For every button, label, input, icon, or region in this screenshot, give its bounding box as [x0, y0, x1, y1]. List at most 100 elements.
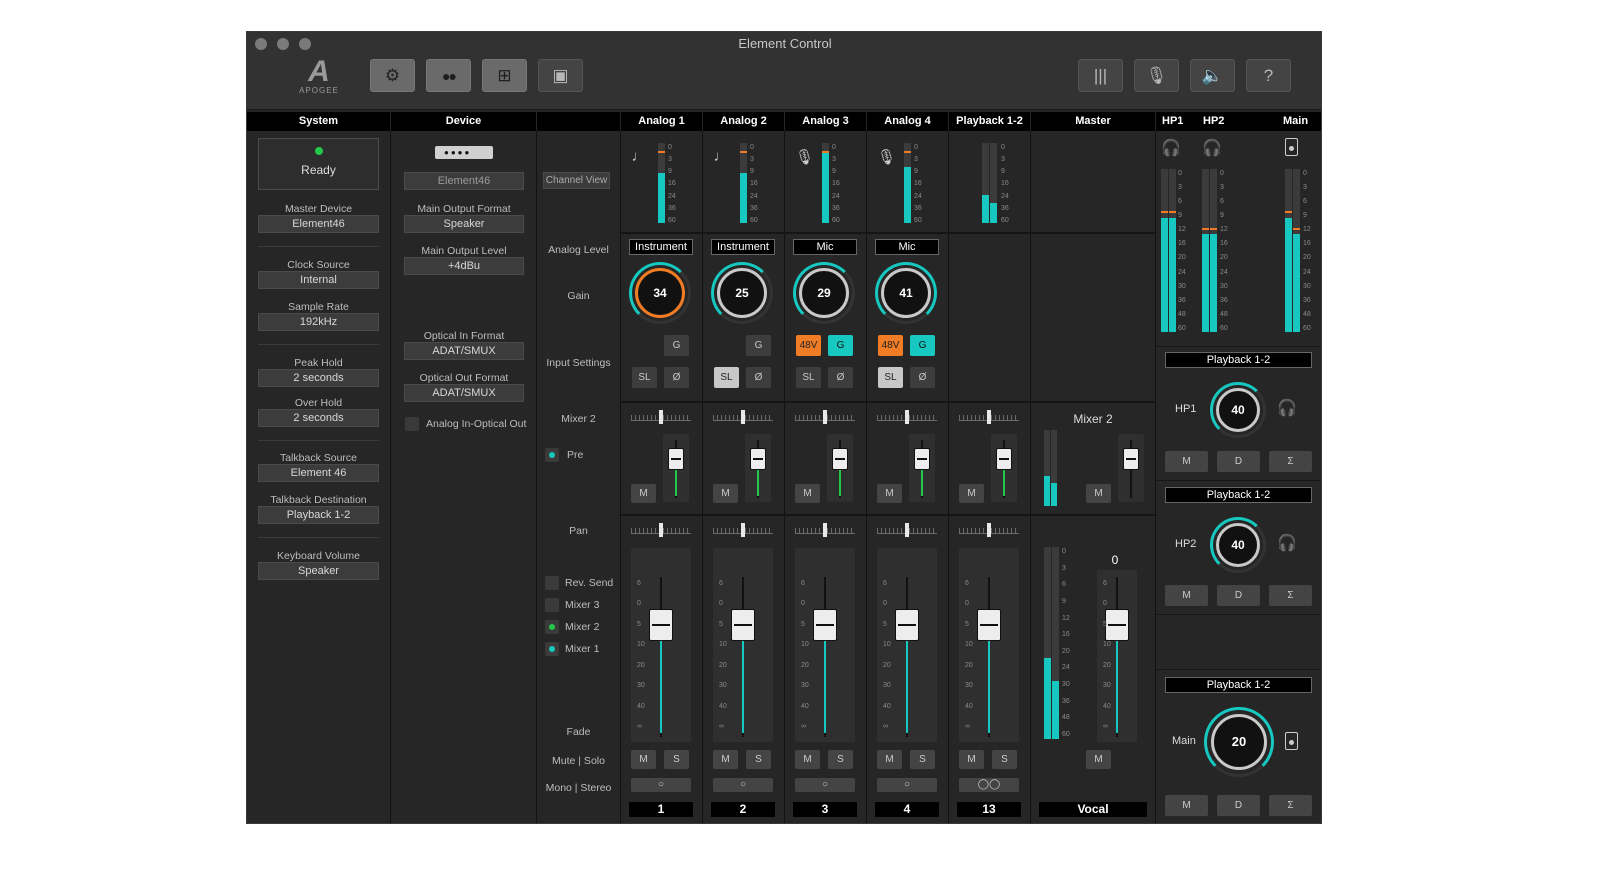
- analog2-gain-knob[interactable]: 25: [717, 268, 767, 318]
- master-device-field[interactable]: Element46: [258, 215, 379, 233]
- main-dim-button[interactable]: D: [1217, 795, 1260, 816]
- pre-toggle[interactable]: [545, 448, 559, 462]
- ch4-mixer-pan-knob[interactable]: [905, 410, 909, 424]
- main-sum-button[interactable]: Σ: [1269, 795, 1312, 816]
- analog4-softlimit-button[interactable]: SL: [878, 367, 903, 388]
- channel-view-button[interactable]: Channel View: [543, 172, 610, 189]
- analog3-softlimit-button[interactable]: SL: [796, 367, 821, 388]
- master-mixer-mute-button[interactable]: M: [1086, 484, 1111, 503]
- ch2-mono-stereo-button[interactable]: ○: [713, 778, 773, 792]
- peak-hold-field[interactable]: 2 seconds: [258, 369, 379, 387]
- ch5-fader-knob[interactable]: [977, 609, 1001, 641]
- ch1-solo-button[interactable]: S: [664, 750, 689, 769]
- ch2-mute-button[interactable]: M: [713, 750, 738, 769]
- talkback-destination-field[interactable]: Playback 1-2: [258, 506, 379, 524]
- ch2-mixer-mute-button[interactable]: M: [713, 484, 738, 503]
- ch3-pan-knob[interactable]: [823, 523, 827, 537]
- ch4-mixer-mute-button[interactable]: M: [877, 484, 902, 503]
- master-mute-button[interactable]: M: [1086, 750, 1111, 769]
- optical-out-format-field[interactable]: ADAT/SMUX: [404, 384, 524, 402]
- ch4-mute-button[interactable]: M: [877, 750, 902, 769]
- ch3-fader-knob[interactable]: [813, 609, 837, 641]
- mixer-view-button[interactable]: ⊞: [482, 59, 527, 92]
- ch5-mixer-fader-knob[interactable]: [996, 448, 1012, 470]
- sample-rate-field[interactable]: 192kHz: [258, 313, 379, 331]
- help-button[interactable]: ?: [1246, 59, 1291, 92]
- main-output-level-field[interactable]: +4dBu: [404, 257, 524, 275]
- ch3-mute-button[interactable]: M: [795, 750, 820, 769]
- ch2-mixer-pan-knob[interactable]: [741, 410, 745, 424]
- hp1-dim-button[interactable]: D: [1217, 451, 1260, 472]
- analog2-input-type[interactable]: Instrument: [711, 239, 775, 255]
- analog3-phase-button[interactable]: Ø: [828, 367, 853, 388]
- ch5-mono-stereo-button[interactable]: ◯◯: [959, 778, 1019, 792]
- device-view-button[interactable]: ●●: [426, 59, 471, 92]
- meters-button[interactable]: |||: [1078, 59, 1123, 92]
- hp1-source-field[interactable]: Playback 1-2: [1165, 352, 1312, 368]
- ch1-mono-stereo-button[interactable]: ○: [631, 778, 691, 792]
- ch3-mixer-mute-button[interactable]: M: [795, 484, 820, 503]
- analog4-phase-button[interactable]: Ø: [910, 367, 935, 388]
- ch4-solo-button[interactable]: S: [910, 750, 935, 769]
- analog4-48v-button[interactable]: 48V: [878, 335, 903, 356]
- settings-gear-button[interactable]: ⚙: [370, 59, 415, 92]
- hp2-volume-knob[interactable]: 40: [1216, 523, 1260, 567]
- hp2-dim-button[interactable]: D: [1217, 585, 1260, 606]
- ch4-mixer-fader-knob[interactable]: [914, 448, 930, 470]
- ch5-solo-button[interactable]: S: [992, 750, 1017, 769]
- speaker-button[interactable]: 🔈: [1190, 59, 1235, 92]
- main-mute-button[interactable]: M: [1165, 795, 1208, 816]
- analog4-group-button[interactable]: G: [910, 335, 935, 356]
- hp1-mute-button[interactable]: M: [1165, 451, 1208, 472]
- analog2-phase-button[interactable]: Ø: [746, 367, 771, 388]
- keyboard-volume-field[interactable]: Speaker: [258, 562, 379, 580]
- talkback-button[interactable]: 🎙: [1134, 59, 1179, 92]
- optical-in-format-field[interactable]: ADAT/SMUX: [404, 342, 524, 360]
- mixer1-toggle[interactable]: [545, 642, 559, 656]
- analog2-softlimit-button[interactable]: SL: [714, 367, 739, 388]
- analog1-group-button[interactable]: G: [664, 335, 689, 356]
- ch1-mixer-mute-button[interactable]: M: [631, 484, 656, 503]
- ch5-mute-button[interactable]: M: [959, 750, 984, 769]
- analog1-input-type[interactable]: Instrument: [629, 239, 693, 255]
- analog3-group-button[interactable]: G: [828, 335, 853, 356]
- clock-source-field[interactable]: Internal: [258, 271, 379, 289]
- analog1-phase-button[interactable]: Ø: [664, 367, 689, 388]
- analog2-group-button[interactable]: G: [746, 335, 771, 356]
- main-volume-knob[interactable]: 20: [1211, 714, 1267, 770]
- analog3-48v-button[interactable]: 48V: [796, 335, 821, 356]
- ch3-mono-stereo-button[interactable]: ○: [795, 778, 855, 792]
- ch5-mixer-pan-knob[interactable]: [987, 410, 991, 424]
- ch4-pan-knob[interactable]: [905, 523, 909, 537]
- analog3-gain-knob[interactable]: 29: [799, 268, 849, 318]
- hp2-sum-button[interactable]: Σ: [1269, 585, 1312, 606]
- rev-send-toggle[interactable]: [545, 576, 559, 590]
- analog1-gain-knob[interactable]: 34: [635, 268, 685, 318]
- hp2-mute-button[interactable]: M: [1165, 585, 1208, 606]
- analog1-softlimit-button[interactable]: SL: [632, 367, 657, 388]
- ch1-mixer-pan-knob[interactable]: [659, 410, 663, 424]
- mixer2-toggle[interactable]: [545, 620, 559, 634]
- ch5-pan-knob[interactable]: [987, 523, 991, 537]
- ch4-fader-knob[interactable]: [895, 609, 919, 641]
- hp2-source-field[interactable]: Playback 1-2: [1165, 487, 1312, 503]
- analog3-input-type[interactable]: Mic: [793, 239, 857, 255]
- main-output-format-field[interactable]: Speaker: [404, 215, 524, 233]
- hp1-sum-button[interactable]: Σ: [1269, 451, 1312, 472]
- ch1-mute-button[interactable]: M: [631, 750, 656, 769]
- ch3-solo-button[interactable]: S: [828, 750, 853, 769]
- main-source-field[interactable]: Playback 1-2: [1165, 677, 1312, 693]
- ch3-mixer-pan-knob[interactable]: [823, 410, 827, 424]
- ch1-fader-knob[interactable]: [649, 609, 673, 641]
- analog4-gain-knob[interactable]: 41: [881, 268, 931, 318]
- over-hold-field[interactable]: 2 seconds: [258, 409, 379, 427]
- ch3-mixer-fader-knob[interactable]: [832, 448, 848, 470]
- talkback-source-field[interactable]: Element 46: [258, 464, 379, 482]
- ch4-mono-stereo-button[interactable]: ○: [877, 778, 937, 792]
- ch2-solo-button[interactable]: S: [746, 750, 771, 769]
- ch1-mixer-fader-knob[interactable]: [668, 448, 684, 470]
- master-mixer-fader-knob[interactable]: [1123, 448, 1139, 470]
- analog4-input-type[interactable]: Mic: [875, 239, 939, 255]
- ch1-pan-knob[interactable]: [659, 523, 663, 537]
- analog-in-optical-out-checkbox[interactable]: [405, 417, 419, 431]
